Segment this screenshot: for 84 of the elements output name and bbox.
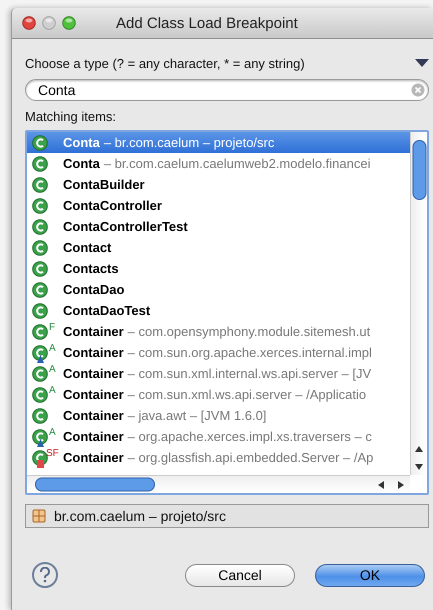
- class-icon: [32, 218, 48, 234]
- class-icon: [32, 282, 48, 298]
- package-path: – br.com.caelum.caelumweb2.modelo.financei: [104, 156, 370, 171]
- modifier-letter: SF: [46, 448, 59, 458]
- zoom-button[interactable]: [62, 16, 76, 30]
- class-icon: [32, 324, 48, 340]
- list-item[interactable]: Conta – br.com.caelum – projeto/src: [27, 132, 410, 153]
- class-name: Container: [63, 408, 124, 423]
- search-field[interactable]: Conta: [25, 79, 429, 101]
- package-path: – com.sun.xml.ws.api.server – /Applicatio: [128, 387, 366, 402]
- modifier-letter: F: [49, 322, 56, 332]
- class-name: Container: [63, 450, 124, 465]
- triangle-icon: [37, 438, 44, 446]
- status-text: br.com.caelum – projeto/src: [54, 508, 226, 524]
- list-label: Matching items:: [25, 109, 118, 126]
- list-item[interactable]: A Container – com.sun.xml.internal.ws.api.server – [JV: [27, 363, 410, 384]
- package-path: – org.apache.xerces.impl.xs.traversers – c: [128, 429, 372, 444]
- modifier-letter: A: [49, 426, 56, 438]
- class-icon: [32, 428, 48, 444]
- list-item[interactable]: A Container – com.sun.xml.ws.api.server – /Applicatio: [27, 384, 410, 405]
- modifier-letter: A: [49, 384, 56, 396]
- list-item[interactable]: Contacts: [27, 258, 410, 279]
- list-item[interactable]: ContaDao: [27, 279, 410, 300]
- class-name: Contacts: [63, 261, 119, 276]
- close-button[interactable]: [22, 16, 36, 30]
- list-item[interactable]: Container – java.awt – [JVM 1.6.0]: [27, 405, 410, 426]
- list-item[interactable]: A Container – com.sun.org.apache.xerces.internal.impl: [27, 342, 410, 363]
- scroll-right-icon[interactable]: [397, 480, 405, 490]
- class-name: ContaDaoTest: [63, 303, 150, 318]
- class-name: Conta: [63, 156, 100, 171]
- class-name: Container: [63, 345, 124, 360]
- class-icon: [32, 260, 48, 276]
- list-item[interactable]: A Container – org.apache.xerces.impl.xs.traversers – c: [27, 426, 410, 447]
- window-title: Add Class Load Breakpoint: [116, 14, 298, 32]
- triangle-icon: [37, 354, 44, 362]
- class-name: ContaBuilder: [63, 177, 145, 192]
- package-path: – br.com.caelum – projeto/src: [104, 135, 274, 150]
- list-item[interactable]: ContaDaoTest: [27, 300, 410, 321]
- class-name: Container: [63, 324, 124, 339]
- list-item[interactable]: SF Container – org.glassfish.api.embedded.Server – /Ap: [27, 447, 410, 468]
- package-path: – com.sun.xml.internal.ws.api.server – [JV: [128, 366, 372, 381]
- package-icon: [32, 509, 46, 523]
- modifier-letter: A: [49, 364, 56, 374]
- ok-button[interactable]: OK: [315, 564, 425, 586]
- package-path: – org.glassfish.api.embedded.Server – /Ap: [128, 450, 374, 465]
- class-icon: [32, 366, 48, 382]
- class-icon: [32, 302, 48, 318]
- class-name: Container: [63, 387, 124, 402]
- cancel-button[interactable]: Cancel: [185, 564, 295, 586]
- class-name: Contact: [63, 240, 112, 255]
- scroll-left-icon[interactable]: [377, 480, 385, 490]
- modifier-letter: A: [49, 342, 56, 354]
- scroll-up-icon[interactable]: [414, 445, 424, 453]
- list-item[interactable]: ContaBuilder: [27, 174, 410, 195]
- class-icon: [32, 386, 48, 402]
- scroll-down-icon[interactable]: [414, 463, 424, 471]
- list-item[interactable]: Conta – br.com.caelum.caelumweb2.modelo.financei: [27, 153, 410, 174]
- list-item[interactable]: Contact: [27, 237, 410, 258]
- vertical-scrollbar[interactable]: [410, 132, 427, 475]
- package-path: – com.opensymphony.module.sitemesh.ut: [128, 324, 370, 339]
- class-icon: [32, 156, 48, 172]
- class-icon: [32, 176, 48, 192]
- list-item[interactable]: F Container – com.opensymphony.module.sitemesh.ut: [27, 321, 410, 342]
- class-icon: [32, 408, 48, 424]
- horizontal-scrollbar[interactable]: [27, 475, 410, 493]
- class-name: Container: [63, 366, 124, 381]
- class-name: ContaController: [63, 198, 162, 213]
- package-path: – java.awt – [JVM 1.6.0]: [128, 408, 266, 423]
- type-prompt: Choose a type (? = any character, * = any string): [25, 56, 305, 70]
- help-icon[interactable]: [32, 562, 58, 588]
- list-item[interactable]: ContaController: [27, 195, 410, 216]
- class-icon: [32, 240, 48, 256]
- scroll-thumb[interactable]: [412, 140, 426, 200]
- class-name: ContaDao: [63, 282, 124, 297]
- class-name: Conta: [63, 135, 100, 150]
- class-name: Container: [63, 429, 124, 444]
- class-icon: [32, 344, 48, 360]
- package-path: – com.sun.org.apache.xerces.internal.impl: [128, 345, 372, 360]
- class-icon: [32, 134, 48, 150]
- list-item[interactable]: ContaControllerTest: [27, 216, 410, 237]
- class-icon: [32, 198, 48, 214]
- dropdown-menu-icon[interactable]: [415, 59, 429, 67]
- class-name: ContaControllerTest: [63, 219, 188, 234]
- scroll-thumb[interactable]: [35, 477, 155, 492]
